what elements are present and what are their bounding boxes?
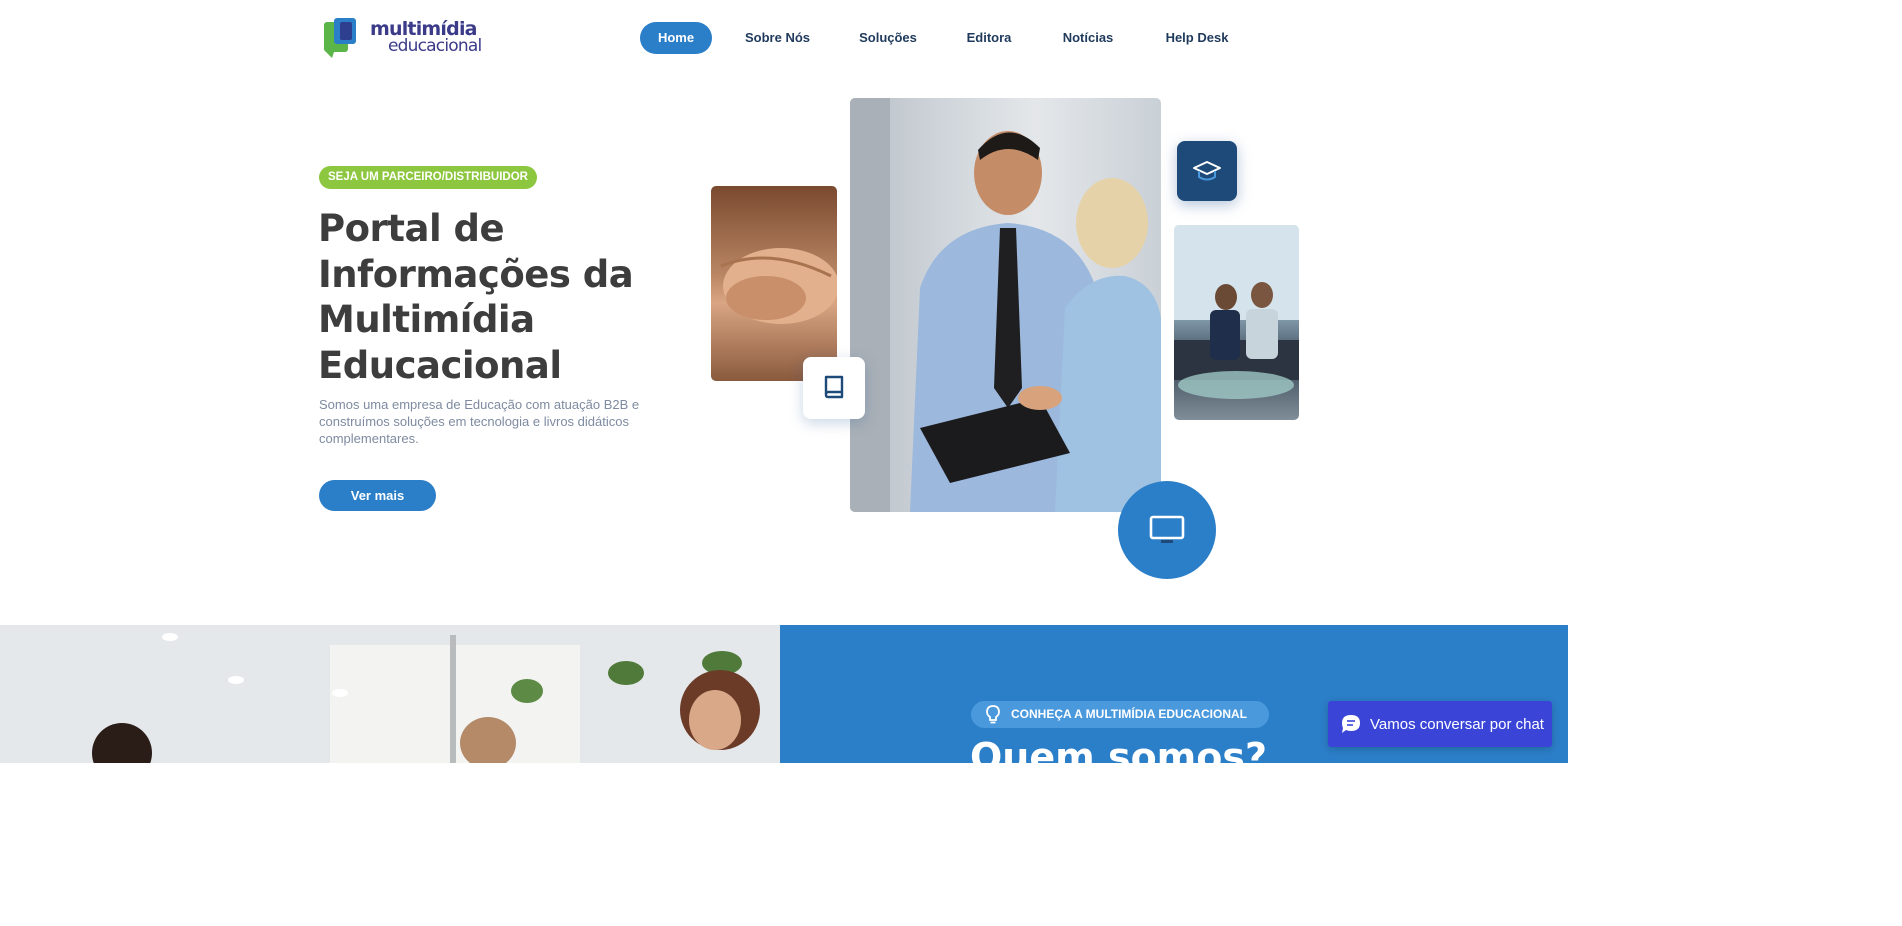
book-card: [803, 357, 865, 419]
nav-editora[interactable]: Editora: [960, 22, 1018, 54]
nav-noticias[interactable]: Notícias: [1058, 22, 1118, 54]
monitor-card: [1118, 481, 1216, 579]
hero-subtitle: Somos uma empresa de Educação com atuaçã…: [319, 397, 640, 446]
about-pill-label: CONHEÇA A MULTIMÍDIA EDUCACIONAL: [1011, 707, 1247, 721]
nav-home[interactable]: Home: [640, 22, 712, 54]
graduation-cap-icon: [1193, 161, 1221, 181]
chat-label: Vamos conversar por chat: [1370, 715, 1544, 733]
logo-text-line2: educacional: [388, 36, 482, 56]
chat-bubble-icon: [1342, 715, 1360, 733]
meeting-photo: [1174, 225, 1299, 420]
nav-help-desk[interactable]: Help Desk: [1160, 22, 1234, 54]
nav-sobre-nos[interactable]: Sobre Nós: [740, 22, 815, 54]
about-title: Quem somos?: [970, 735, 1268, 763]
logo[interactable]: multimídia educacional: [322, 14, 482, 60]
graduation-card: [1177, 141, 1237, 201]
logo-mark-icon: [324, 18, 356, 58]
business-handshake-photo: [850, 98, 1161, 512]
ver-mais-button[interactable]: Ver mais: [319, 480, 436, 511]
book-icon: [824, 375, 844, 399]
monitor-icon: [1149, 515, 1185, 543]
team-office-photo: [0, 625, 780, 763]
handshake-photo: [711, 186, 837, 381]
chat-button[interactable]: Vamos conversar por chat: [1328, 701, 1552, 747]
about-pill: CONHEÇA A MULTIMÍDIA EDUCACIONAL: [971, 701, 1269, 728]
lightbulb-icon: [986, 705, 1000, 724]
partner-badge[interactable]: SEJA UM PARCEIRO/DISTRIBUIDOR: [319, 166, 537, 189]
hero-title: Portal de Informações da Multimídia Educ…: [318, 207, 634, 387]
nav-solucoes[interactable]: Soluções: [852, 22, 924, 54]
